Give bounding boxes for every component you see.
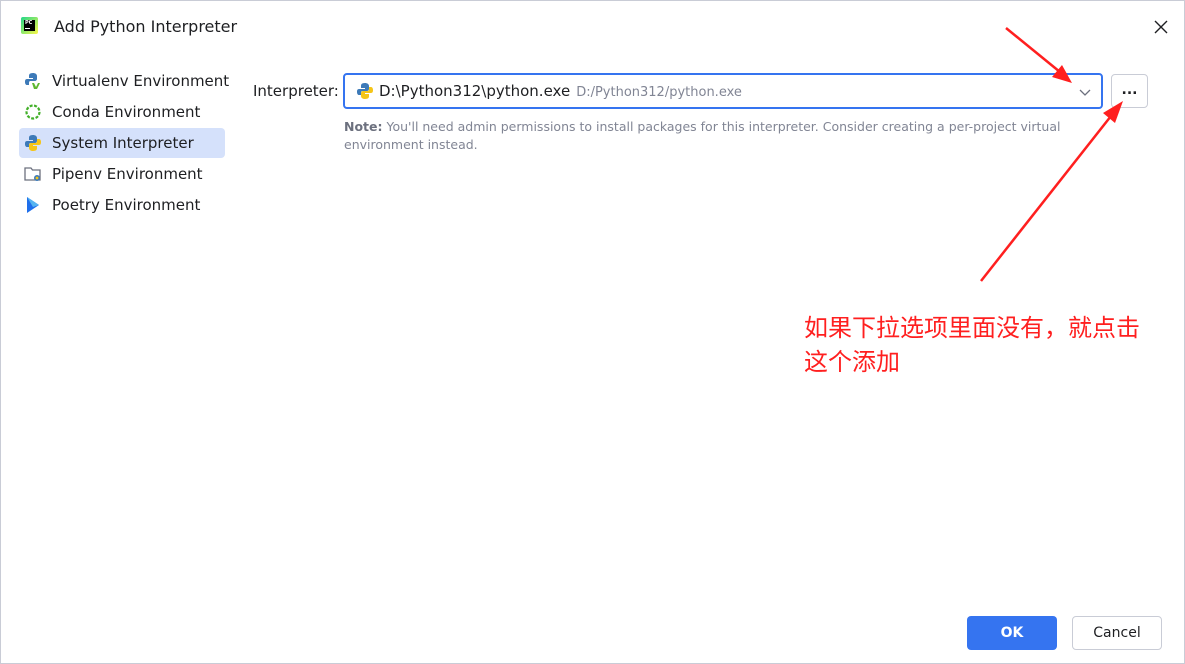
add-interpreter-dialog: PC Add Python Interpreter Virtualenv Env… [0, 0, 1185, 664]
arrow-to-dropdown [1005, 27, 1072, 83]
ok-button[interactable]: OK [967, 616, 1057, 650]
arrow-to-browse-button [980, 101, 1123, 282]
cancel-button[interactable]: Cancel [1072, 616, 1162, 650]
annotation-arrows [980, 27, 1123, 282]
